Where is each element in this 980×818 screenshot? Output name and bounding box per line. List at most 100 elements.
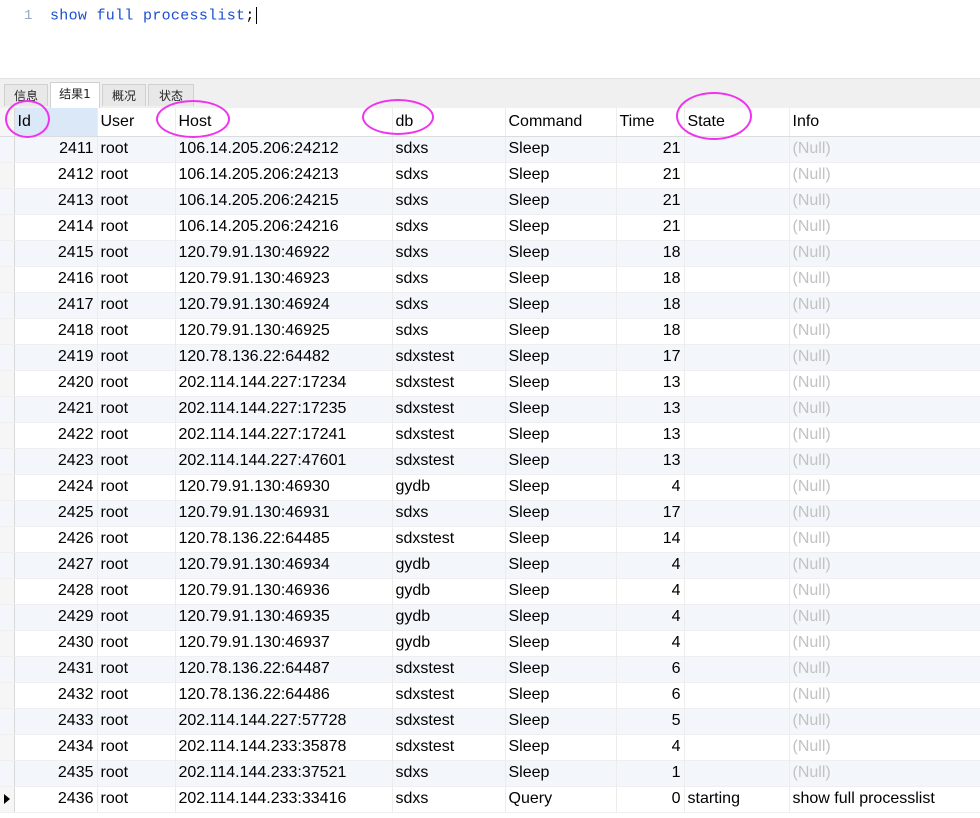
cell-state[interactable]: [684, 760, 790, 787]
cell-host[interactable]: 120.79.91.130:46925: [175, 318, 393, 345]
cell-state[interactable]: [684, 630, 790, 657]
cell-state[interactable]: [684, 708, 790, 735]
cell-id[interactable]: 2430: [14, 630, 98, 657]
cell-command[interactable]: Sleep: [505, 630, 617, 657]
table-row[interactable]: 2417 root 120.79.91.130:46924 sdxs Sleep 18 (N…: [0, 292, 980, 319]
sql-query-text[interactable]: show full processlist;: [50, 7, 257, 24]
cell-host[interactable]: 202.114.144.227:57728: [175, 708, 393, 735]
cell-user[interactable]: root: [97, 266, 176, 293]
cell-user[interactable]: root: [97, 370, 176, 397]
cell-command[interactable]: Sleep: [505, 474, 617, 501]
table-row[interactable]: 2430 root 120.79.91.130:46937 gydb Sleep 4 (Nu…: [0, 630, 980, 657]
cell-time[interactable]: 4: [616, 474, 685, 501]
cell-state[interactable]: [684, 448, 790, 475]
cell-command[interactable]: Sleep: [505, 266, 617, 293]
cell-info[interactable]: (Null): [789, 682, 980, 709]
cell-db[interactable]: sdxstest: [392, 526, 506, 553]
cell-info[interactable]: show full processlist: [789, 786, 980, 813]
cell-id[interactable]: 2426: [14, 526, 98, 553]
cell-host[interactable]: 120.78.136.22:64485: [175, 526, 393, 553]
cell-time[interactable]: 17: [616, 500, 685, 527]
cell-db[interactable]: sdxstest: [392, 708, 506, 735]
cell-state[interactable]: [684, 526, 790, 553]
cell-db[interactable]: sdxstest: [392, 448, 506, 475]
table-row[interactable]: 2414 root 106.14.205.206:24216 sdxs Sleep 21 (…: [0, 214, 980, 241]
cell-command[interactable]: Sleep: [505, 370, 617, 397]
cell-command[interactable]: Sleep: [505, 136, 617, 163]
cell-id[interactable]: 2421: [14, 396, 98, 423]
cell-state[interactable]: [684, 474, 790, 501]
cell-db[interactable]: sdxs: [392, 136, 506, 163]
row-selector[interactable]: [0, 500, 15, 527]
cell-user[interactable]: root: [97, 578, 176, 605]
cell-db[interactable]: sdxs: [392, 214, 506, 241]
cell-state[interactable]: [684, 422, 790, 449]
cell-command[interactable]: Sleep: [505, 656, 617, 683]
cell-host[interactable]: 202.114.144.233:35878: [175, 734, 393, 761]
row-selector[interactable]: [0, 708, 15, 735]
cell-user[interactable]: root: [97, 682, 176, 709]
table-row[interactable]: 2427 root 120.79.91.130:46934 gydb Sleep 4 (Nu…: [0, 552, 980, 579]
cell-info[interactable]: (Null): [789, 708, 980, 735]
table-row[interactable]: 2435 root 202.114.144.233:37521 sdxs Sleep 1 (…: [0, 760, 980, 787]
cell-state[interactable]: [684, 552, 790, 579]
cell-id[interactable]: 2416: [14, 266, 98, 293]
cell-db[interactable]: sdxstest: [392, 370, 506, 397]
cell-info[interactable]: (Null): [789, 526, 980, 553]
cell-id[interactable]: 2414: [14, 214, 98, 241]
row-selector[interactable]: [0, 344, 15, 371]
cell-state[interactable]: [684, 162, 790, 189]
row-selector[interactable]: [0, 734, 15, 761]
cell-user[interactable]: root: [97, 448, 176, 475]
cell-db[interactable]: sdxstest: [392, 734, 506, 761]
cell-time[interactable]: 18: [616, 266, 685, 293]
column-header-info[interactable]: Info: [789, 108, 980, 137]
cell-id[interactable]: 2415: [14, 240, 98, 267]
cell-command[interactable]: Sleep: [505, 240, 617, 267]
cell-info[interactable]: (Null): [789, 604, 980, 631]
cell-user[interactable]: root: [97, 474, 176, 501]
cell-command[interactable]: Sleep: [505, 162, 617, 189]
table-row[interactable]: 2421 root 202.114.144.227:17235 sdxstest Sle…: [0, 396, 980, 423]
cell-info[interactable]: (Null): [789, 240, 980, 267]
cell-command[interactable]: Sleep: [505, 604, 617, 631]
cell-host[interactable]: 120.79.91.130:46936: [175, 578, 393, 605]
cell-time[interactable]: 13: [616, 422, 685, 449]
cell-info[interactable]: (Null): [789, 136, 980, 163]
cell-id[interactable]: 2425: [14, 500, 98, 527]
cell-db[interactable]: sdxs: [392, 188, 506, 215]
cell-info[interactable]: (Null): [789, 370, 980, 397]
cell-db[interactable]: sdxs: [392, 162, 506, 189]
cell-info[interactable]: (Null): [789, 396, 980, 423]
cell-db[interactable]: gydb: [392, 552, 506, 579]
row-selector[interactable]: [0, 526, 15, 553]
row-selector[interactable]: [0, 760, 15, 787]
cell-command[interactable]: Sleep: [505, 734, 617, 761]
cell-host[interactable]: 120.79.91.130:46930: [175, 474, 393, 501]
cell-id[interactable]: 2417: [14, 292, 98, 319]
cell-state[interactable]: [684, 578, 790, 605]
table-row[interactable]: 2425 root 120.79.91.130:46931 sdxs Sleep 17 (N…: [0, 500, 980, 527]
cell-state[interactable]: [684, 318, 790, 345]
cell-time[interactable]: 18: [616, 318, 685, 345]
cell-time[interactable]: 4: [616, 552, 685, 579]
cell-command[interactable]: Sleep: [505, 422, 617, 449]
sql-editor[interactable]: 1 show full processlist;: [0, 0, 980, 78]
cell-host[interactable]: 120.79.91.130:46935: [175, 604, 393, 631]
cell-user[interactable]: root: [97, 344, 176, 371]
cell-command[interactable]: Sleep: [505, 292, 617, 319]
cell-time[interactable]: 1: [616, 760, 685, 787]
cell-user[interactable]: root: [97, 318, 176, 345]
cell-db[interactable]: sdxstest: [392, 422, 506, 449]
cell-user[interactable]: root: [97, 604, 176, 631]
cell-host[interactable]: 106.14.205.206:24215: [175, 188, 393, 215]
table-row[interactable]: 2433 root 202.114.144.227:57728 sdxstest Sle…: [0, 708, 980, 735]
cell-host[interactable]: 106.14.205.206:24213: [175, 162, 393, 189]
cell-info[interactable]: (Null): [789, 188, 980, 215]
cell-command[interactable]: Sleep: [505, 682, 617, 709]
cell-user[interactable]: root: [97, 552, 176, 579]
row-selector[interactable]: [0, 552, 15, 579]
cell-host[interactable]: 120.79.91.130:46937: [175, 630, 393, 657]
tab-result-1[interactable]: 结果1: [50, 82, 100, 108]
cell-db[interactable]: sdxs: [392, 760, 506, 787]
